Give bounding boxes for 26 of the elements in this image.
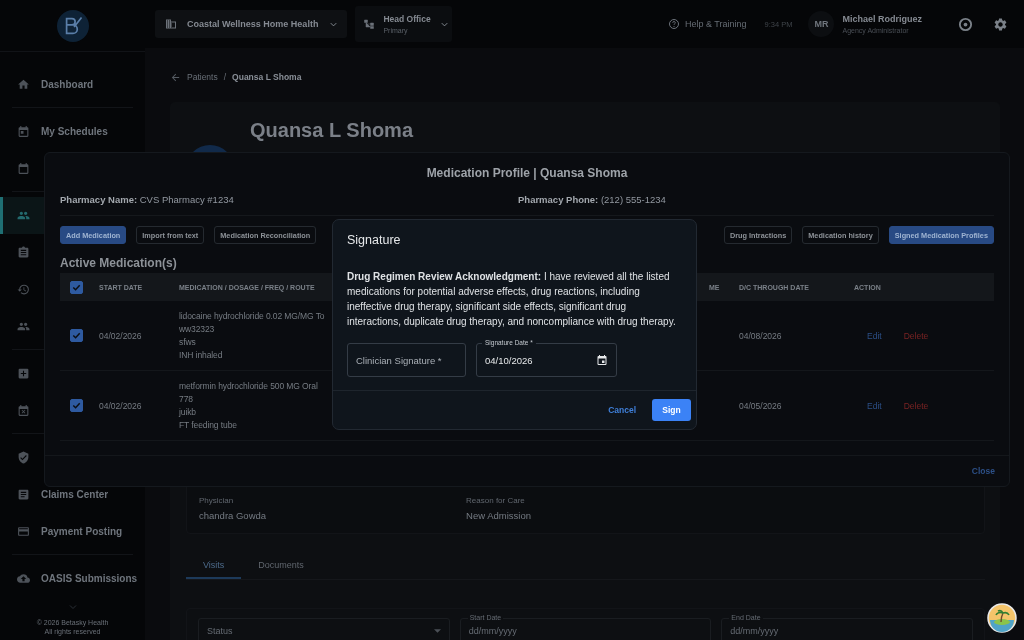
table-cell-text: 04/05/2026 [739, 400, 783, 411]
acknowledgment-text: Drug Regimen Review Acknowledgment: I have reviewed all the listed medications for potential adverse effects, drug reactions, including ineffective drug therapy, significant side effects, significant drug interactions, duplicate drug therapy, and noncompliance with drug therapy. [346, 270, 677, 329]
table-cell-text: 04/08/2026 [739, 330, 783, 341]
patient-name: Quansa L Shoma [250, 118, 413, 142]
table-cell-text: 04/02/2026 [99, 330, 143, 341]
medication-line: sfws [179, 337, 196, 347]
dialog-title: Signature [346, 232, 402, 247]
medication-line: lidocaine hydrochloride 0.02 MG/MG To [179, 311, 325, 321]
dialog-title: Medication Profile | Quansa Shoma [426, 166, 628, 180]
medication-line: INH inhaled [179, 350, 223, 360]
breadcrumb-current: Quansa L Shoma [232, 72, 302, 82]
detail-value: chandra Gowda [199, 510, 267, 521]
medication-line: 778 [179, 394, 193, 404]
table-cell-text: 04/02/2026 [99, 400, 143, 411]
detail-value: New Admission [466, 510, 532, 521]
pharmacy-info: Pharmacy Phone: (212) 555-1234 [518, 194, 667, 205]
medication-line: metformin hydrochloride 500 MG Oral [179, 381, 318, 391]
medication-line: ww32323 [179, 324, 215, 334]
user-name: Michael Rodriguez [842, 14, 922, 24]
pharmacy-info: Pharmacy Name: CVS Pharmacy #1234 [60, 194, 235, 205]
detail-label: Physician [199, 496, 234, 505]
section-title: Active Medication(s) [60, 256, 178, 270]
medication-line: FT feeding tube [179, 420, 237, 430]
medication-line: juikb [179, 407, 196, 417]
breadcrumb-separator: / [223, 72, 227, 82]
detail-label: Reason for Care [466, 496, 525, 505]
